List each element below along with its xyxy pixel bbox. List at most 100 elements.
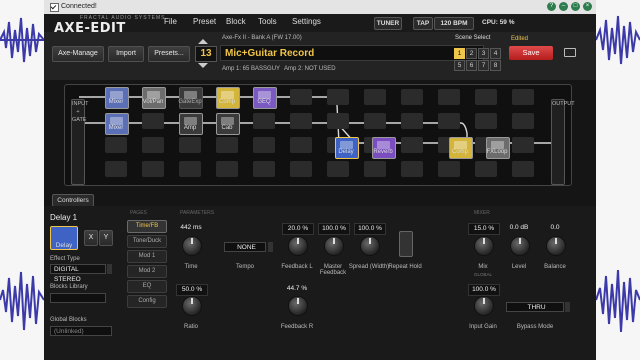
grid-slot[interactable] <box>438 113 460 129</box>
grid-slot[interactable] <box>364 89 386 105</box>
grid-slot[interactable] <box>512 161 534 177</box>
import-button[interactable]: Import <box>108 46 144 62</box>
grid-slot[interactable] <box>142 161 164 177</box>
grid-slot[interactable] <box>142 113 164 129</box>
tab-tone-duck[interactable]: Tone/Duck <box>127 235 167 248</box>
block-amp[interactable] <box>179 113 203 135</box>
block-geq[interactable] <box>253 87 277 109</box>
grid-slot[interactable] <box>475 113 497 129</box>
grid-slot[interactable] <box>216 161 238 177</box>
tab-mod-2[interactable]: Mod 2 <box>127 265 167 278</box>
mix-value[interactable]: 15.0 % <box>468 223 500 235</box>
input-gate-bar[interactable]: INPUT + GATE <box>71 99 89 185</box>
grid-slot[interactable] <box>105 161 127 177</box>
minimize-button[interactable]: – <box>559 2 568 11</box>
preset-name-field[interactable]: Mic+Guitar Record <box>220 45 484 61</box>
y-button[interactable]: Y <box>99 230 113 246</box>
grid-slot[interactable] <box>179 161 201 177</box>
bpm-display[interactable]: 120 BPM <box>434 17 474 30</box>
feedback-l-knob[interactable] <box>288 236 308 256</box>
input-gain-value[interactable]: 100.0 % <box>468 284 500 296</box>
grid-slot[interactable] <box>290 89 312 105</box>
scene-8-button[interactable]: 8 <box>490 60 501 71</box>
block-mixer-1[interactable] <box>105 87 129 109</box>
scene-6-button[interactable]: 6 <box>466 60 477 71</box>
level-knob[interactable] <box>510 236 530 256</box>
x-button[interactable]: X <box>84 230 98 246</box>
block-mixer-2[interactable] <box>105 113 129 135</box>
grid-slot[interactable] <box>475 161 497 177</box>
tap-button[interactable]: TAP <box>413 17 433 30</box>
grid-slot[interactable] <box>142 137 164 153</box>
scene-1-button[interactable]: 1 <box>454 48 465 59</box>
scene-4-button[interactable]: 4 <box>490 48 501 59</box>
block-volpan[interactable] <box>142 87 166 109</box>
grid-slot[interactable] <box>438 161 460 177</box>
grid-slot[interactable] <box>290 137 312 153</box>
ratio-value[interactable]: 50.0 % <box>176 284 208 296</box>
grid-slot[interactable] <box>364 161 386 177</box>
block-fxloop[interactable] <box>486 137 510 159</box>
tab-config[interactable]: Config <box>127 295 167 308</box>
menu-block[interactable]: Block <box>226 17 246 26</box>
menu-settings[interactable]: Settings <box>292 17 321 26</box>
grid-slot[interactable] <box>216 137 238 153</box>
global-blocks-select[interactable]: (Unlinked) <box>50 326 112 336</box>
grid-slot[interactable] <box>179 137 201 153</box>
grid-slot[interactable] <box>475 89 497 105</box>
close-button[interactable]: × <box>583 2 592 11</box>
scene-5-button[interactable]: 5 <box>454 60 465 71</box>
save-button[interactable]: Save <box>509 46 553 60</box>
effect-type-select[interactable]: DIGITAL STEREO <box>50 264 106 283</box>
scene-2-button[interactable]: 2 <box>466 48 477 59</box>
tab-eq[interactable]: EQ <box>127 280 167 293</box>
tuner-button[interactable]: TUNER <box>374 17 402 30</box>
mix-knob[interactable] <box>474 236 494 256</box>
preset-down-arrow-icon[interactable] <box>198 63 208 68</box>
grid-slot[interactable] <box>290 161 312 177</box>
balance-knob[interactable] <box>546 236 566 256</box>
grid-slot[interactable] <box>438 89 460 105</box>
block-gateexp[interactable] <box>179 87 203 109</box>
master-feedback-value[interactable]: 100.0 % <box>318 223 350 235</box>
block-comp-2[interactable] <box>449 137 473 159</box>
block-reverb[interactable] <box>372 137 396 159</box>
menu-preset[interactable]: Preset <box>193 17 216 26</box>
camera-icon[interactable] <box>564 48 576 57</box>
grid-slot[interactable] <box>401 113 423 129</box>
grid-slot[interactable] <box>327 89 349 105</box>
grid-slot[interactable] <box>327 113 349 129</box>
help-button[interactable]: ? <box>547 2 556 11</box>
grid-slot[interactable] <box>290 113 312 129</box>
grid-slot[interactable] <box>253 113 275 129</box>
grid-slot[interactable] <box>253 161 275 177</box>
scene-7-button[interactable]: 7 <box>478 60 489 71</box>
feedback-r-knob[interactable] <box>288 296 308 316</box>
delay-block-button[interactable]: Delay <box>50 226 78 250</box>
ratio-knob[interactable] <box>182 296 202 316</box>
preset-up-arrow-icon[interactable] <box>198 39 208 44</box>
master-feedback-knob[interactable] <box>324 236 344 256</box>
presets-button[interactable]: Presets... <box>148 46 190 62</box>
blocks-library-select[interactable] <box>50 293 106 303</box>
bypass-mode-spinner[interactable] <box>565 302 570 312</box>
grid-slot[interactable] <box>401 89 423 105</box>
scene-3-button[interactable]: 3 <box>478 48 489 59</box>
grid-slot[interactable] <box>253 137 275 153</box>
grid-slot[interactable] <box>401 161 423 177</box>
tab-time-fb[interactable]: Time/FB <box>127 220 167 233</box>
effect-type-spinner[interactable] <box>107 264 112 274</box>
tab-mod-1[interactable]: Mod 1 <box>127 250 167 263</box>
grid-slot[interactable] <box>327 161 349 177</box>
grid-slot[interactable] <box>364 113 386 129</box>
grid-slot[interactable] <box>401 137 423 153</box>
menu-tools[interactable]: Tools <box>258 17 277 26</box>
block-delay[interactable] <box>335 137 359 159</box>
preset-number[interactable]: 13 <box>195 46 217 62</box>
time-knob[interactable] <box>182 236 202 256</box>
repeat-hold-switch[interactable] <box>399 231 413 257</box>
bypass-mode-select[interactable]: THRU <box>506 302 564 312</box>
block-comp-1[interactable] <box>216 87 240 109</box>
block-cab[interactable] <box>216 113 240 135</box>
grid-slot[interactable] <box>105 137 127 153</box>
